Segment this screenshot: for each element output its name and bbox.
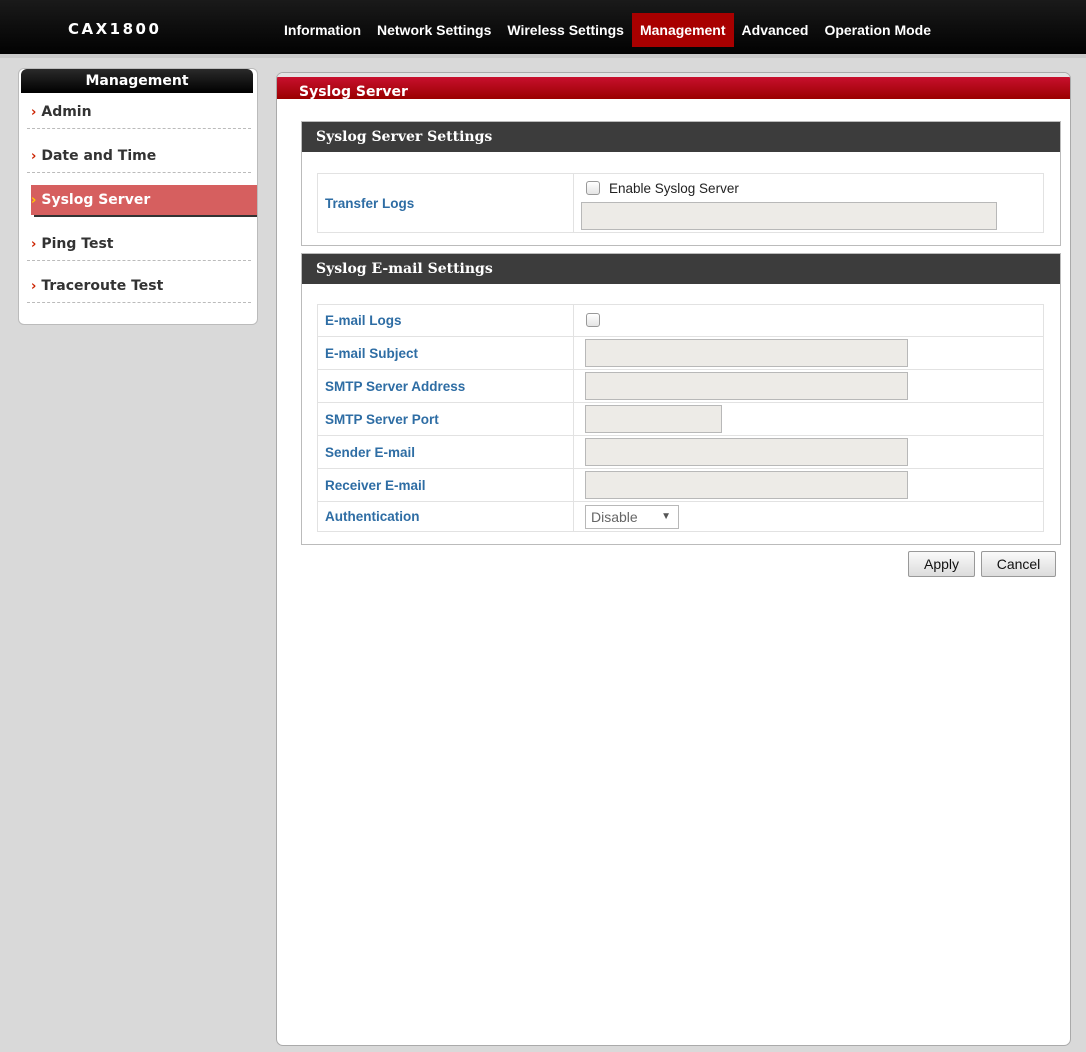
receiver-email-input[interactable]: [585, 471, 908, 499]
email-subject-label: E-mail Subject: [318, 337, 574, 369]
sidebar-item-syslog-server[interactable]: › Syslog Server: [31, 185, 257, 215]
main-nav: Information Network Settings Wireless Se…: [276, 13, 939, 47]
authentication-row: Authentication Disable ▼: [317, 502, 1044, 532]
chevron-right-icon: ›: [31, 105, 37, 120]
nav-wireless-settings[interactable]: Wireless Settings: [499, 13, 632, 47]
smtp-server-address-label: SMTP Server Address: [318, 370, 574, 402]
chevron-right-icon: ›: [31, 149, 37, 164]
chevron-right-icon: ›: [31, 279, 37, 294]
chevron-down-icon: ▼: [661, 511, 671, 522]
smtp-server-port-input[interactable]: [585, 405, 722, 433]
sender-email-row: Sender E-mail: [317, 436, 1044, 469]
smtp-server-port-label: SMTP Server Port: [318, 403, 574, 435]
smtp-server-address-row: SMTP Server Address: [317, 370, 1044, 403]
smtp-server-port-row: SMTP Server Port: [317, 403, 1044, 436]
receiver-email-label: Receiver E-mail: [318, 469, 574, 501]
sidebar-item-traceroute-test[interactable]: › Traceroute Test: [27, 269, 251, 303]
apply-button[interactable]: Apply: [908, 551, 975, 577]
syslog-server-settings-section: Syslog Server Settings Transfer Logs Ena…: [301, 121, 1061, 246]
brand-logo: CAX1800: [68, 20, 162, 38]
nav-advanced[interactable]: Advanced: [734, 13, 817, 47]
sidebar-item-label: Syslog Server: [41, 192, 151, 208]
sender-email-label: Sender E-mail: [318, 436, 574, 468]
sidebar-item-label: Ping Test: [41, 236, 114, 252]
sidebar-item-ping-test[interactable]: › Ping Test: [27, 227, 251, 261]
sidebar-item-label: Admin: [41, 104, 92, 120]
authentication-select[interactable]: Disable ▼: [585, 505, 679, 529]
transfer-logs-label: Transfer Logs: [318, 174, 574, 232]
transfer-logs-row: Transfer Logs Enable Syslog Server: [317, 173, 1044, 233]
syslog-server-input[interactable]: [581, 202, 997, 230]
section-title: Syslog Server Settings: [302, 122, 1060, 152]
sidebar: Management › Admin › Date and Time › Syslog…: [18, 68, 258, 325]
cancel-button[interactable]: Cancel: [981, 551, 1056, 577]
sidebar-item-admin[interactable]: › Admin: [27, 95, 251, 129]
page-title: Syslog Server: [277, 73, 1070, 100]
smtp-server-address-input[interactable]: [585, 372, 908, 400]
nav-management[interactable]: Management: [631, 13, 734, 47]
sender-email-input[interactable]: [585, 438, 908, 466]
sidebar-item-date-and-time[interactable]: › Date and Time: [27, 139, 251, 173]
main-panel: Syslog Server Syslog Server Settings Tra…: [276, 72, 1071, 1046]
sidebar-item-label: Date and Time: [41, 148, 157, 164]
chevron-right-icon: ›: [31, 193, 37, 208]
authentication-value: Disable: [591, 509, 638, 525]
email-logs-label: E-mail Logs: [318, 305, 574, 336]
email-logs-checkbox[interactable]: [586, 313, 600, 327]
nav-information[interactable]: Information: [276, 13, 369, 47]
nav-network-settings[interactable]: Network Settings: [369, 13, 499, 47]
enable-syslog-label: Enable Syslog Server: [609, 181, 739, 196]
top-bar: CAX1800 Information Network Settings Wir…: [0, 0, 1086, 58]
nav-operation-mode[interactable]: Operation Mode: [816, 13, 939, 47]
nav-divider: [0, 54, 1086, 58]
authentication-label: Authentication: [318, 502, 574, 531]
sidebar-item-label: Traceroute Test: [41, 278, 164, 294]
email-subject-row: E-mail Subject: [317, 337, 1044, 370]
email-logs-row: E-mail Logs: [317, 304, 1044, 337]
receiver-email-row: Receiver E-mail: [317, 469, 1044, 502]
sidebar-title: Management: [21, 69, 253, 93]
section-title: Syslog E-mail Settings: [302, 254, 1060, 284]
enable-syslog-checkbox[interactable]: [586, 181, 600, 195]
chevron-right-icon: ›: [31, 237, 37, 252]
syslog-email-settings-section: Syslog E-mail Settings E-mail Logs E-mai…: [301, 253, 1061, 545]
email-subject-input[interactable]: [585, 339, 908, 367]
